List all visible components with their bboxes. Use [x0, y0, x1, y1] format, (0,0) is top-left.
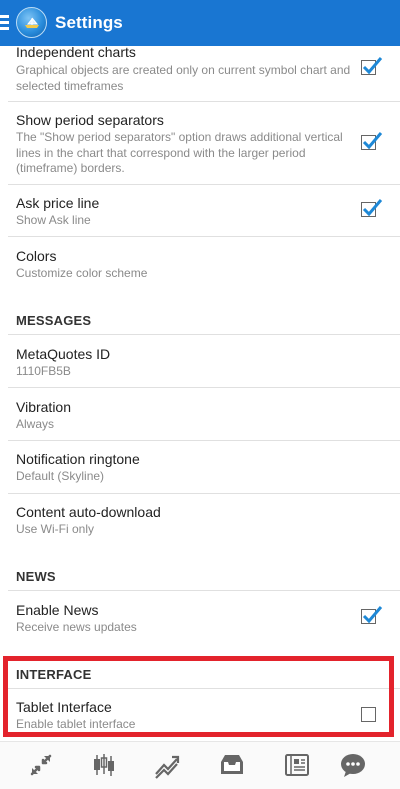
checkmark-icon	[362, 57, 383, 75]
checkmark-icon	[362, 606, 383, 624]
metatrader-logo-icon[interactable]	[16, 7, 47, 38]
setting-title: Independent charts	[16, 44, 136, 60]
setting-title: Content auto-download	[16, 504, 161, 520]
chat-icon[interactable]	[338, 750, 368, 780]
setting-title: MetaQuotes ID	[16, 346, 111, 362]
chart-icon[interactable]	[89, 750, 119, 780]
setting-title: Show period separators	[16, 112, 164, 128]
independent-charts-checkbox[interactable]	[361, 57, 383, 75]
page-title: Settings	[55, 13, 123, 32]
setting-subtitle: 1110FB5B	[16, 364, 71, 378]
setting-subtitle: Graphical objects are created only on cu…	[16, 63, 351, 93]
setting-enable-news[interactable]: Enable News Receive news updates	[0, 591, 400, 643]
hamburger-icon[interactable]	[0, 14, 10, 32]
section-header-interface: INTERFACE	[16, 667, 92, 682]
setting-subtitle: Use Wi-Fi only	[16, 522, 95, 536]
setting-vibration[interactable]: Vibration Always	[0, 388, 400, 440]
bottom-navigation	[0, 741, 400, 789]
section-header-messages: MESSAGES	[16, 313, 92, 328]
setting-content-auto-download[interactable]: Content auto-download Use Wi-Fi only	[0, 494, 400, 546]
trade-icon[interactable]	[152, 750, 182, 780]
setting-subtitle: The "Show period separators" option draw…	[16, 130, 343, 175]
setting-title: Vibration	[16, 399, 72, 415]
checkmark-icon	[362, 132, 383, 150]
settings-screen: Settings Independent charts Graphical ob…	[0, 0, 400, 789]
setting-title: Enable News	[16, 602, 99, 618]
setting-subtitle: Customize color scheme	[16, 266, 148, 280]
setting-subtitle: Enable tablet interface	[16, 717, 136, 731]
setting-show-period-separators[interactable]: Show period separators The "Show period …	[0, 102, 400, 183]
setting-tablet-interface[interactable]: Tablet Interface Enable tablet interface	[0, 689, 400, 737]
setting-subtitle: Default (Skyline)	[16, 469, 105, 483]
setting-subtitle: Always	[16, 417, 55, 431]
news-icon[interactable]	[282, 750, 312, 780]
setting-colors[interactable]: Colors Customize color scheme	[0, 237, 400, 289]
tablet-interface-checkbox[interactable]	[361, 707, 376, 722]
app-bar: Settings	[0, 0, 400, 46]
setting-independent-charts[interactable]: Independent charts Graphical objects are…	[0, 44, 400, 101]
enable-news-checkbox[interactable]	[361, 606, 383, 624]
section-header-news: NEWS	[16, 569, 56, 584]
setting-title: Tablet Interface	[16, 699, 112, 715]
setting-subtitle: Receive news updates	[16, 620, 137, 634]
ask-price-line-checkbox[interactable]	[361, 199, 383, 217]
checkmark-icon	[362, 199, 383, 217]
history-inbox-icon[interactable]	[217, 750, 247, 780]
setting-title: Ask price line	[16, 195, 100, 211]
setting-metaquotes-id[interactable]: MetaQuotes ID 1110FB5B	[0, 335, 400, 387]
quotes-icon[interactable]	[26, 750, 56, 780]
setting-title: Colors	[16, 248, 57, 264]
setting-notification-ringtone[interactable]: Notification ringtone Default (Skyline)	[0, 441, 400, 493]
setting-subtitle: Show Ask line	[16, 213, 91, 227]
period-separators-checkbox[interactable]	[361, 132, 383, 150]
setting-ask-price-line[interactable]: Ask price line Show Ask line	[0, 185, 400, 236]
setting-title: Notification ringtone	[16, 451, 140, 467]
